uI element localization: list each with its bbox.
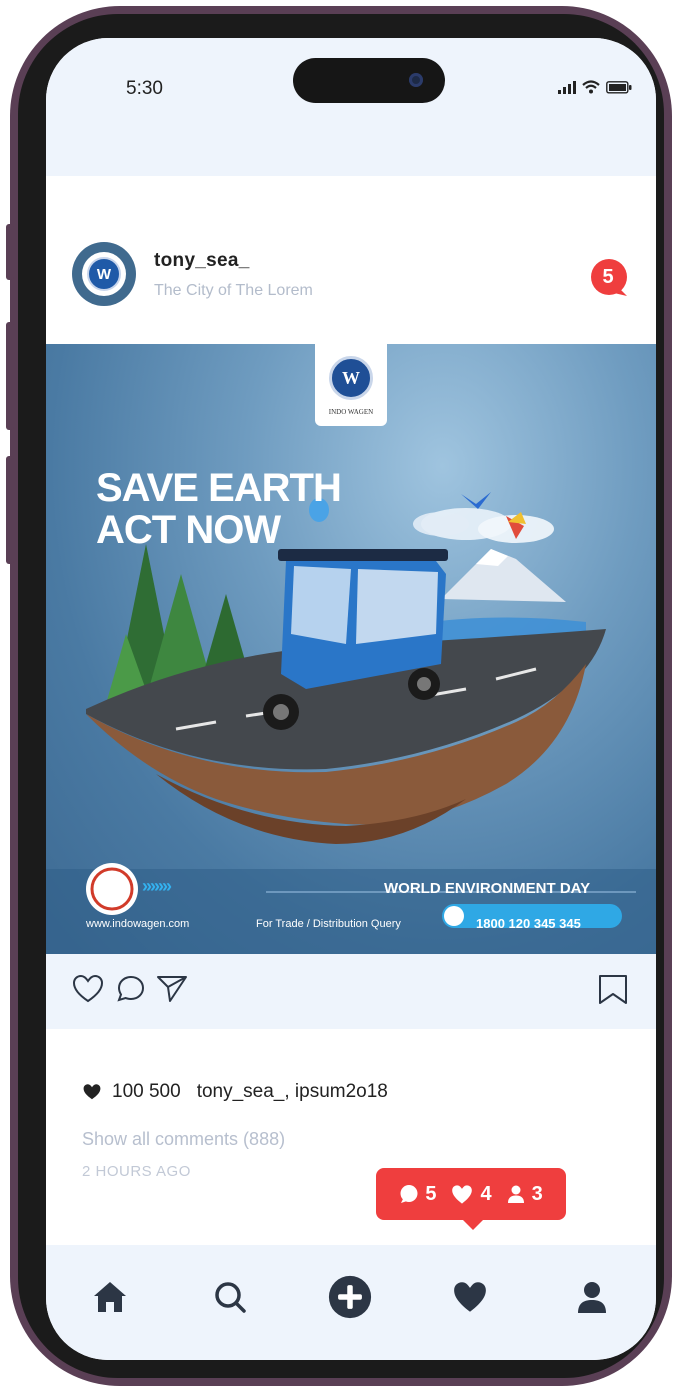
headline-line-2: ACT NOW — [96, 508, 281, 552]
phone-side-button — [6, 224, 14, 280]
arrow-strip: ››››››› — [142, 876, 172, 896]
wifi-icon — [582, 80, 600, 94]
user-filled-icon — [507, 1185, 524, 1203]
activity-notification[interactable]: 5 4 3 — [376, 1168, 566, 1230]
brand-card: W INDO WAGEN — [315, 344, 387, 426]
like-heart-icon[interactable] — [72, 974, 104, 1004]
status-time: 5:30 — [126, 78, 163, 99]
headline-line-1: SAVE EARTH — [96, 466, 342, 510]
bottom-tab-bar — [46, 1245, 656, 1360]
query-label: For Trade / Distribution Query — [256, 918, 401, 930]
battery-icon — [606, 80, 632, 94]
phone-side-button — [6, 456, 14, 564]
notif-likes-count: 4 — [480, 1182, 492, 1205]
brand-name: INDO WAGEN — [328, 408, 374, 416]
likes-row: 100 500 tony_sea_, ipsum2o18 — [82, 1081, 388, 1103]
likes-count[interactable]: 100 500 — [112, 1081, 181, 1103]
bookmark-icon[interactable] — [598, 974, 628, 1006]
status-bar: 5:30 — [46, 38, 656, 176]
home-icon — [94, 1282, 126, 1312]
post-header: W tony_sea_ The City of The Lorem 5 — [46, 234, 656, 342]
tab-profile[interactable] — [570, 1275, 614, 1319]
post-username[interactable]: tony_sea_ — [154, 250, 250, 272]
signal-icon — [558, 80, 576, 94]
comment-filled-icon — [400, 1185, 418, 1203]
event-title: WORLD ENVIRONMENT DAY — [384, 880, 591, 897]
notif-comments-count: 5 — [425, 1182, 437, 1205]
message-badge[interactable]: 5 — [589, 258, 629, 298]
post-artwork — [46, 492, 656, 954]
add-post-icon — [328, 1275, 372, 1319]
tab-home[interactable] — [88, 1275, 132, 1319]
avatar[interactable]: W — [72, 242, 136, 306]
status-icons — [558, 80, 632, 94]
post-time-ago: 2 HOURS AGO — [82, 1163, 191, 1180]
website-text: www.indowagen.com — [86, 918, 190, 930]
post-actions — [46, 954, 656, 1029]
share-send-icon[interactable] — [156, 974, 188, 1004]
message-badge-count: 5 — [602, 266, 614, 288]
brand-logo-icon: W — [87, 257, 121, 291]
heart-filled-icon — [83, 1084, 101, 1100]
post-location[interactable]: The City of The Lorem — [154, 282, 313, 300]
camera-icon — [409, 73, 423, 87]
liked-by[interactable]: tony_sea_, ipsum2o18 — [197, 1081, 388, 1103]
profile-icon — [578, 1282, 606, 1313]
screen: 5:30 W tony_sea_ The City of The Lorem 5… — [46, 38, 656, 1360]
brand-logo-icon: W — [329, 356, 373, 400]
dynamic-island — [293, 58, 445, 103]
phone-side-button — [6, 322, 14, 430]
post-image[interactable]: W INDO WAGEN SAVE EARTH ACT NOW ››››››› … — [46, 344, 656, 954]
heart-icon — [454, 1282, 486, 1312]
search-icon — [215, 1282, 246, 1313]
tab-search[interactable] — [208, 1275, 252, 1319]
show-comments-link[interactable]: Show all comments (888) — [82, 1129, 285, 1150]
notif-followers-count: 3 — [531, 1182, 543, 1205]
comment-icon[interactable] — [116, 974, 146, 1004]
tab-activity[interactable] — [448, 1275, 492, 1319]
heart-filled-icon — [452, 1184, 473, 1204]
phone-number: 1800 120 345 345 — [476, 916, 581, 931]
tab-create-post[interactable] — [328, 1275, 372, 1319]
